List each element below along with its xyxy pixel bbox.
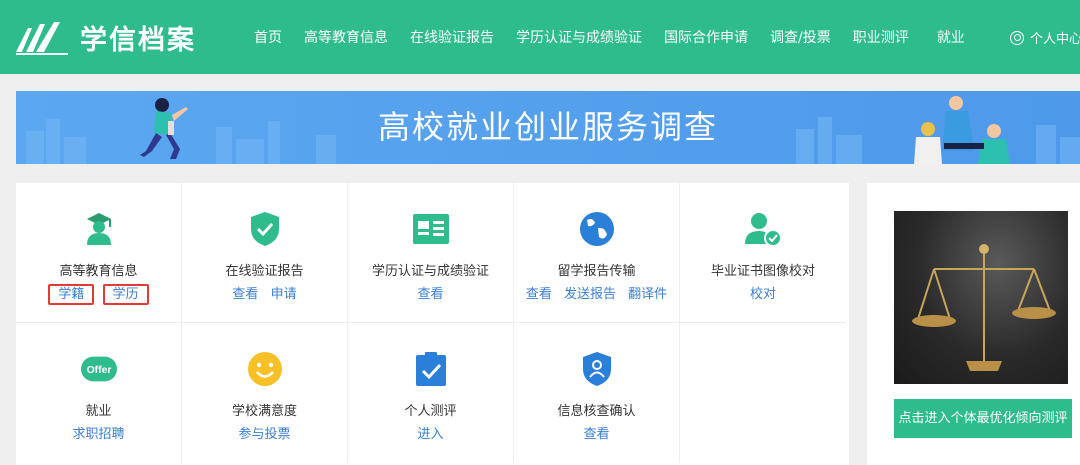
link-translation[interactable]: 翻译件 [628, 287, 667, 302]
offer-icon-text: Offer [86, 365, 111, 376]
service-degree-certification: 学历认证与成绩验证 查看 [348, 183, 514, 323]
services-panel: 高等教育信息 学籍 学历 在线验证报告 查看 申请 学历认证与成绩验证 查看 留… [16, 183, 849, 465]
link-job-search[interactable]: 求职招聘 [72, 427, 124, 442]
logo[interactable]: 学信档案 [14, 18, 196, 57]
nav-higher-education-info[interactable]: 高等教育信息 [304, 27, 388, 47]
user-check-icon [745, 211, 781, 247]
user-circle-icon [1010, 30, 1024, 45]
top-navbar: 学信档案 首页 高等教育信息 在线验证报告 学历认证与成绩验证 国际合作申请 调… [0, 0, 1080, 74]
link-view[interactable]: 查看 [526, 287, 552, 302]
logo-text: 学信档案 [80, 25, 196, 56]
logo-icon [16, 21, 68, 55]
service-title: 信息核查确认 [557, 404, 636, 419]
link-enter[interactable]: 进入 [417, 427, 443, 442]
service-title: 留学报告传输 [557, 264, 636, 279]
link-view[interactable]: 查看 [417, 287, 443, 302]
link-vote[interactable]: 参与投票 [238, 427, 290, 442]
link-view[interactable]: 查看 [232, 287, 258, 302]
nav-degree-certification[interactable]: 学历认证与成绩验证 [516, 27, 642, 47]
id-card-icon [412, 211, 449, 247]
service-study-abroad-report: 留学报告传输 查看 发送报告 翻译件 [514, 183, 680, 323]
service-personal-assessment: 个人测评 进入 [348, 323, 514, 463]
shield-check-icon [247, 211, 283, 247]
service-online-verification-report: 在线验证报告 查看 申请 [182, 183, 348, 323]
assessment-entry-button[interactable]: 点击进入个体最优化倾向测评 [894, 399, 1072, 438]
nav-survey-vote[interactable]: 调查/投票 [770, 27, 831, 47]
service-title: 学历认证与成绩验证 [371, 264, 489, 279]
service-info-verification: 信息核查确认 查看 [514, 323, 680, 463]
service-employment: Offer 就业 求职招聘 [16, 323, 182, 463]
globe-icon [579, 211, 615, 247]
nav-career-assessment[interactable]: 职业测评 [853, 27, 909, 47]
shield-user-icon [579, 351, 615, 387]
service-school-satisfaction: 学校满意度 参与投票 [182, 323, 348, 463]
link-degree[interactable]: 学历 [102, 284, 149, 305]
user-center-link[interactable]: 个人中心 [1010, 28, 1080, 47]
main-nav: 首页 高等教育信息 在线验证报告 学历认证与成绩验证 国际合作申请 调查/投票 … [254, 0, 987, 74]
nav-home[interactable]: 首页 [254, 27, 282, 47]
nav-online-verification-report[interactable]: 在线验证报告 [410, 27, 494, 47]
service-higher-education-info: 高等教育信息 学籍 学历 [16, 183, 182, 323]
service-title: 毕业证书图像校对 [710, 264, 815, 279]
scales-of-justice-image[interactable] [894, 211, 1068, 384]
link-student-status[interactable]: 学籍 [48, 284, 95, 305]
service-title: 个人测评 [404, 404, 457, 419]
smiley-icon [247, 351, 283, 387]
service-empty-slot [680, 323, 846, 463]
graduate-icon [81, 211, 117, 247]
survey-banner[interactable]: 高校就业创业服务调查 [16, 91, 1080, 164]
user-center-label: 个人中心 [1030, 32, 1080, 47]
service-title: 在线验证报告 [225, 264, 304, 279]
link-view[interactable]: 查看 [583, 427, 609, 442]
banner-title: 高校就业创业服务调查 [377, 108, 718, 146]
service-certificate-image-check: 毕业证书图像校对 校对 [680, 183, 846, 323]
link-send-report[interactable]: 发送报告 [564, 287, 616, 302]
nav-employment[interactable]: 就业 [937, 27, 965, 47]
link-check[interactable]: 校对 [750, 287, 776, 302]
service-title: 就业 [85, 404, 112, 419]
offer-icon: Offer [80, 351, 117, 387]
link-apply[interactable]: 申请 [271, 287, 297, 302]
service-title: 高等教育信息 [59, 264, 138, 279]
assessment-promo: 点击进入个体最优化倾向测评 [867, 183, 1080, 465]
service-title: 学校满意度 [231, 404, 297, 419]
clipboard-check-icon [413, 351, 449, 387]
nav-international-cooperation[interactable]: 国际合作申请 [664, 27, 748, 47]
